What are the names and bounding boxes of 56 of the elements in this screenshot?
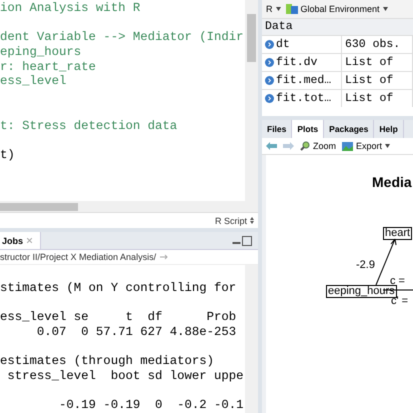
diagram-node: eeping_hours	[326, 285, 397, 298]
console-output: ess_level se t df Prob	[0, 310, 238, 325]
path-label: c' =	[391, 295, 408, 307]
caret-icon[interactable]	[276, 7, 280, 11]
variable-value: List of	[345, 74, 394, 87]
expand-icon[interactable]	[265, 94, 274, 103]
console-output: -0.19 -0.19 0 -0.2 -0.1	[58, 398, 245, 413]
magnifier-icon	[300, 141, 310, 151]
section-header: Data	[262, 19, 413, 35]
variable-name: fit.tot…	[276, 92, 332, 105]
arrow	[373, 238, 398, 286]
pane-tab[interactable]: Jobs	[0, 232, 42, 249]
console-output: 0.07 0 57.71 627 4.88e-253	[36, 324, 238, 340]
variable-value: List of	[345, 92, 394, 105]
code-comment: r: heart_rate	[0, 60, 97, 74]
vertical-scrollbar[interactable]	[245, 265, 258, 413]
code-comment: ess_level	[0, 74, 68, 90]
database-icon	[286, 4, 298, 14]
toolbar-button[interactable]: Zoom	[300, 141, 336, 151]
horizontal-scrollbar[interactable]	[0, 201, 258, 212]
image-icon	[342, 142, 354, 150]
plot-title: Media	[372, 174, 412, 190]
variable-value: 630 obs.	[345, 38, 400, 51]
connector-line	[383, 289, 413, 291]
toolbar-button[interactable]: Export	[342, 141, 390, 151]
variable-name: fit.med…	[276, 74, 332, 87]
file-type-selector[interactable]: R Script	[214, 216, 247, 226]
language-selector[interactable]: R	[266, 4, 272, 14]
caret-icon[interactable]	[385, 144, 390, 148]
code-comment: ion Analysis with R	[0, 1, 142, 16]
expand-icon[interactable]	[265, 58, 274, 67]
console-output: estimates (through mediators)	[0, 354, 216, 369]
updown-caret-icon[interactable]	[250, 217, 254, 224]
code-line: t)	[0, 148, 16, 163]
code-comment: t: Stress detection data	[0, 118, 178, 134]
environment-selector[interactable]: Global Environment	[300, 4, 380, 14]
caret-icon[interactable]	[382, 7, 388, 11]
vertical-scrollbar[interactable]	[245, 0, 258, 201]
variable-value: List of	[345, 56, 394, 69]
variable-name: dt	[276, 38, 290, 51]
maximize-icon[interactable]	[232, 236, 252, 246]
path-label: c =	[390, 275, 405, 287]
variable-name: fit.dv	[276, 56, 318, 69]
arrow-icon[interactable]	[160, 254, 170, 260]
code-comment: eping_hours	[0, 45, 82, 60]
code-comment: dent Variable --> Mediator (Indir	[0, 30, 245, 46]
diagram-node: heart	[383, 227, 412, 240]
path-label: -2.9	[356, 259, 375, 271]
expand-icon[interactable]	[265, 40, 274, 49]
expand-icon[interactable]	[265, 76, 274, 85]
back-arrow-icon[interactable]	[266, 142, 277, 150]
working-directory-path: structor II/Project X Mediation Analysis/	[0, 252, 156, 262]
pane-tab[interactable]: Plots	[292, 120, 324, 138]
console-output: stress_level boot sd lower uppe	[6, 368, 245, 384]
close-icon[interactable]	[27, 238, 32, 243]
console-output: stimates (M on Y controlling for	[0, 280, 238, 296]
